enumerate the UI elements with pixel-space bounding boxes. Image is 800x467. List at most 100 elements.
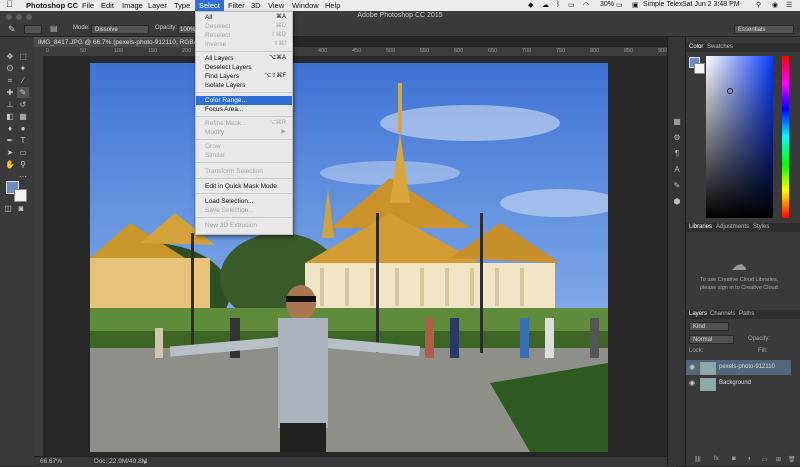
layer-visibility-eye-icon[interactable]: ◉ (689, 363, 695, 371)
clone-stamp-tool-icon[interactable]: ⊥ (4, 99, 16, 110)
menu-window[interactable]: Window (292, 1, 319, 10)
hue-slider[interactable] (782, 56, 789, 218)
pen-tool-icon[interactable]: ✒ (4, 135, 16, 146)
3d-panel-icon[interactable]: ⬢ (671, 197, 683, 207)
user-icon[interactable]: ▣ (632, 1, 639, 9)
fx-icon[interactable]: fx (714, 456, 719, 462)
menu-item-all-layers[interactable]: All Layers ⌥⌘A (196, 54, 292, 63)
link-layers-icon[interactable]: ⛓ (694, 456, 702, 463)
status-menu-arrow-icon[interactable]: ▸ (144, 458, 147, 466)
menu-select[interactable]: Select (195, 0, 224, 11)
menu-3d[interactable]: 3D (251, 1, 261, 10)
color-picker-field[interactable] (706, 56, 773, 218)
zoom-level[interactable]: 66.67% (40, 458, 62, 465)
layer-visibility-eye-icon[interactable]: ◉ (689, 379, 695, 387)
character-panel-icon[interactable]: A (671, 165, 683, 175)
tab-color[interactable]: Color (689, 44, 703, 50)
document-photo[interactable] (90, 63, 608, 452)
history-brush-tool-icon[interactable]: ↺ (17, 99, 29, 110)
menu-item-reselect[interactable]: Reselect ⇧⌘D (196, 31, 292, 40)
quick-mask-icon[interactable]: ◙ (15, 203, 27, 214)
menu-item-load-selection[interactable]: Load Selection... (196, 197, 292, 206)
properties-panel-icon[interactable]: ⚙ (671, 133, 683, 143)
tab-adjustments[interactable]: Adjustments (716, 224, 749, 230)
spotlight-icon[interactable]: ⚲ (756, 1, 761, 9)
menu-item-transform-selection[interactable]: Transform Selection (196, 167, 292, 176)
tab-layers[interactable]: Layers (689, 311, 707, 317)
mode-select[interactable]: Dissolve (91, 25, 149, 34)
eyedropper-tool-icon[interactable]: ⁄ (17, 75, 29, 86)
menu-view[interactable]: View (268, 1, 284, 10)
tab-paths[interactable]: Paths (739, 311, 754, 317)
menu-file[interactable]: File (82, 1, 94, 10)
marquee-tool-icon[interactable]: ⬚ (17, 51, 29, 62)
type-tool-icon[interactable]: T (17, 135, 29, 146)
background-color-swatch[interactable] (14, 189, 27, 202)
history-panel-icon[interactable]: ▦ (671, 117, 683, 127)
menu-help[interactable]: Help (325, 1, 340, 10)
tab-swatches[interactable]: Swatches (707, 44, 733, 50)
delete-layer-icon[interactable]: 🗑 (788, 456, 796, 463)
wifi-icon[interactable]: ◠ (583, 1, 589, 9)
new-group-icon[interactable]: ▭ (762, 456, 768, 463)
battery-icon[interactable]: ▭ (616, 1, 623, 9)
new-layer-icon[interactable]: ⊞ (776, 456, 781, 463)
dodge-tool-icon[interactable]: ● (17, 123, 29, 134)
menu-item-new-3d-extrusion[interactable]: New 3D Extrusion (196, 221, 292, 230)
menu-item-deselect[interactable]: Deselect ⌘D (196, 22, 292, 31)
menu-item-isolate-layers[interactable]: Isolate Layers (196, 81, 292, 90)
menu-item-inverse[interactable]: Inverse ⇧⌘I (196, 40, 292, 49)
brush-presets-panel-icon[interactable]: ✎ (671, 181, 683, 191)
workspace-select[interactable]: Essentials (734, 25, 794, 34)
layer-row-background[interactable]: ◉ Background (686, 376, 791, 391)
account-name[interactable]: Simple Telex (643, 1, 683, 8)
crop-tool-icon[interactable]: ⌗ (4, 75, 16, 86)
bluetooth-icon[interactable]: ᛒ (556, 1, 560, 8)
airplay-icon[interactable]: ▭ (568, 1, 575, 9)
document-size[interactable]: Doc: 22.9M/49.8M (94, 458, 147, 465)
menu-item-modify[interactable]: Modify ▶ (196, 128, 292, 137)
gradient-tool-icon[interactable]: ▦ (17, 111, 29, 122)
menu-item-color-range[interactable]: Color Range... (196, 96, 292, 105)
brush-tool-icon[interactable]: ✎ (17, 87, 29, 98)
menu-item-grow[interactable]: Grow (196, 142, 292, 151)
menu-item-find-layers[interactable]: Find Layers ⌥⇧⌘F (196, 72, 292, 81)
cloud-icon[interactable]: ☁ (542, 1, 549, 9)
brush-tool-icon[interactable]: ✎ (8, 24, 16, 35)
blur-tool-icon[interactable]: ♦ (4, 123, 16, 134)
adjustment-layer-icon[interactable]: ◐ (748, 456, 752, 462)
menu-item-similar[interactable]: Similar (196, 151, 292, 160)
menu-item-all[interactable]: All ⌘A (196, 13, 292, 22)
hand-tool-icon[interactable]: ✋ (4, 159, 16, 170)
siri-icon[interactable]: ◉ (772, 1, 778, 9)
menu-filter[interactable]: Filter (228, 1, 245, 10)
healing-brush-tool-icon[interactable]: ✚ (4, 87, 16, 98)
dropbox-icon[interactable]: ◆ (528, 1, 533, 9)
eraser-tool-icon[interactable]: ◧ (4, 111, 16, 122)
tab-styles[interactable]: Styles (753, 224, 769, 230)
menu-item-save-selection[interactable]: Save Selection... (196, 206, 292, 215)
layer-filter-kind[interactable]: Kind (689, 322, 729, 331)
zoom-tool-icon[interactable]: ⚲ (17, 159, 29, 170)
menu-layer[interactable]: Layer (148, 1, 167, 10)
paragraph-panel-icon[interactable]: ¶ (671, 149, 683, 159)
default-colors-icon[interactable]: ◫ (2, 203, 14, 214)
tab-channels[interactable]: Channels (710, 311, 735, 317)
app-menu[interactable]: Photoshop CC (26, 1, 78, 10)
brush-preset-picker[interactable] (24, 25, 42, 34)
layer-row-selected[interactable]: ◉ pexels-photo-912110 (686, 360, 791, 375)
quick-selection-tool-icon[interactable]: ✦ (17, 63, 29, 74)
menu-edit[interactable]: Edit (101, 1, 114, 10)
clock[interactable]: Sat Jun 2 3:48 PM (682, 1, 740, 8)
menu-item-refine-mask[interactable]: Refine Mask... ⌥⌘R (196, 119, 292, 128)
move-tool-icon[interactable]: ✥ (4, 51, 16, 62)
menu-item-deselect-layers[interactable]: Deselect Layers (196, 63, 292, 72)
opacity-field[interactable]: 100% (178, 25, 196, 34)
lasso-tool-icon[interactable]: ʘ (4, 63, 16, 74)
apple-menu-icon[interactable]:  (6, 0, 13, 9)
menu-item-focus-area[interactable]: Focus Area... (196, 105, 292, 114)
add-mask-icon[interactable]: ◙ (732, 456, 736, 462)
blend-mode-select[interactable]: Normal (689, 335, 734, 344)
rectangle-tool-icon[interactable]: ▭ (17, 147, 29, 158)
tab-libraries[interactable]: Libraries (689, 224, 712, 230)
